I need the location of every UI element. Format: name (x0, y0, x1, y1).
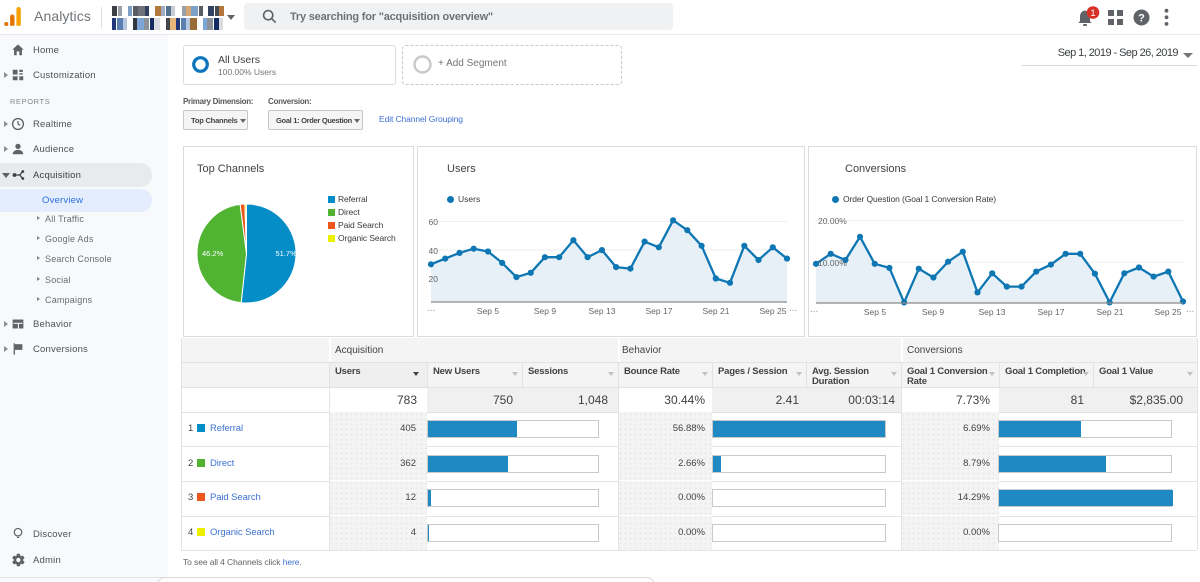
svg-text:1: 1 (1090, 8, 1095, 19)
svg-text:?: ? (1138, 13, 1145, 25)
